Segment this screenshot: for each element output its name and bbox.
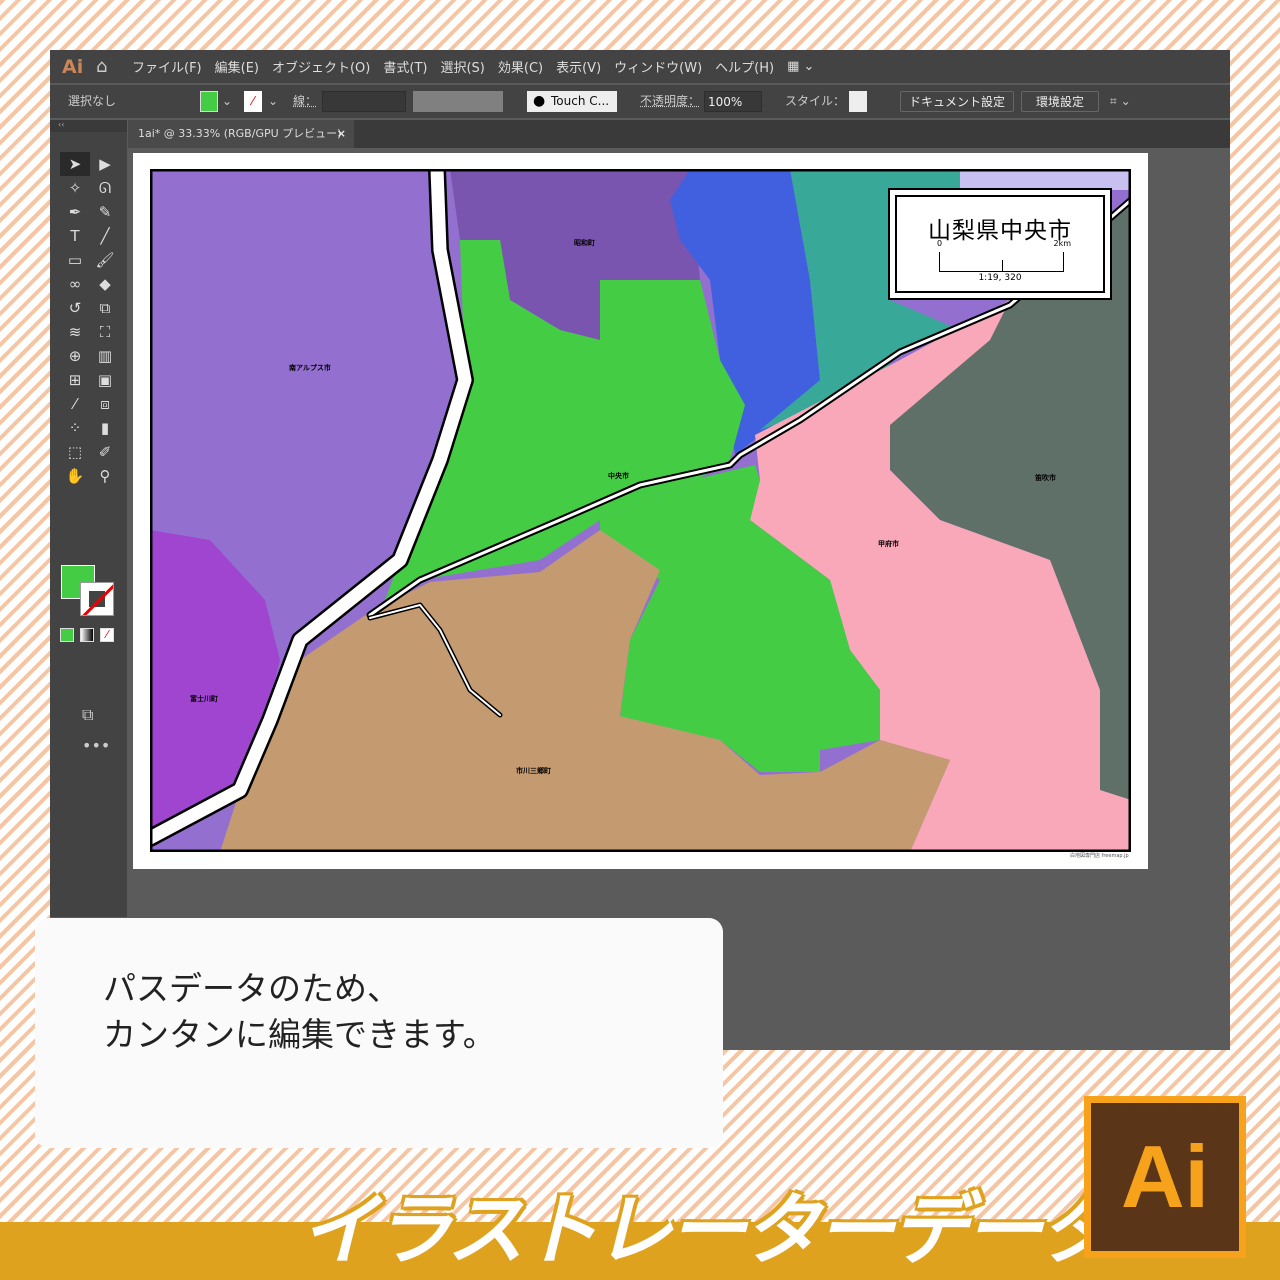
menu-window[interactable]: ウィンドウ(W) [614,57,702,76]
scale-end: 2km [1053,239,1071,248]
chevron-down-icon[interactable]: ⌄ [222,91,232,112]
chevron-down-icon[interactable]: ⌄ [268,91,278,112]
screen-mode-icon[interactable]: ⧉ [82,705,93,725]
selection-status: 選択なし [68,94,117,108]
opacity-input[interactable]: 100% [704,91,762,112]
pen-tool-icon[interactable]: ✒ [60,200,90,224]
stroke-weight-input[interactable] [322,91,406,112]
document-tab[interactable]: 1ai* @ 33.33% (RGB/GPU プレビュー) × [128,120,354,148]
symbol-sprayer-icon[interactable]: ⁘ [60,416,90,440]
menu-bar: Ai ⌂ ファイル(F) 編集(E) オブジェクト(O) 書式(T) 選択(S)… [50,50,1230,83]
blend-tool-icon[interactable]: ⧈ [90,392,120,416]
shape-builder-icon[interactable]: ⊕ [60,344,90,368]
document-tab-title: 1ai* @ 33.33% (RGB/GPU プレビュー) [138,127,342,140]
region-lavender [960,169,1131,190]
note-line-2: カンタンに編集できます。 [103,1015,496,1054]
stroke-color-box[interactable] [80,582,114,616]
label-fujikawa: 富士川町 [190,695,218,703]
gradient-button[interactable] [80,628,94,642]
curvature-tool-icon[interactable]: ✎ [90,200,120,224]
scale-bar: 0 2km [937,239,1071,272]
control-bar: 選択なし ⌄ ⁄ ⌄ 線： Touch C... ● 不透明度： 100% スタ… [50,85,1230,118]
warp-tool-icon[interactable]: ≋ [60,320,90,344]
hand-tool-icon[interactable]: ✋ [60,464,90,488]
note-line-1: パスデータのため、 [103,969,400,1008]
label-kofu: 甲府市 [878,540,899,548]
scale-start: 0 [937,239,943,248]
label-chuo: 中央市 [608,472,629,480]
home-icon[interactable]: ⌂ [96,56,132,77]
gradient-tool-icon[interactable]: ▣ [90,368,120,392]
rectangle-tool-icon[interactable]: ▭ [60,248,90,272]
close-icon[interactable]: × [337,120,346,148]
label-showa: 昭和町 [574,239,595,247]
style-swatch[interactable] [849,91,867,112]
menu-edit[interactable]: 編集(E) [215,57,259,76]
free-transform-icon[interactable]: ⛶ [90,320,120,344]
note-card: パスデータのため、 カンタンに編集できます。 [35,918,723,1148]
menu-select[interactable]: 選択(S) [440,57,484,76]
toolbar: ‹‹ ➤ ▶ ✧ ᘏ ✒ ✎ T ╱ ▭ 🖌 ∞ ◆ ↺ ⧉ ≋ ⛶ ⊕ ▥ ⊞ ▣ ⁄ ⧈ ⁘ ▮ ⬚… [50,120,127,917]
type-tool-icon[interactable]: T [60,224,90,248]
menu-object[interactable]: オブジェクト(O) [272,57,370,76]
direct-selection-tool-icon[interactable]: ▶ [90,152,120,176]
preferences-button[interactable]: 環境設定 [1021,91,1099,112]
line-tool-icon[interactable]: ╱ [90,224,120,248]
collapse-icon[interactable]: ‹‹ [50,120,127,132]
slice-tool-icon[interactable]: ✐ [90,440,120,464]
eyedropper-icon[interactable]: ⁄ [60,392,90,416]
menu-type[interactable]: 書式(T) [383,57,427,76]
document-tab-bar: 1ai* @ 33.33% (RGB/GPU プレビュー) × [128,120,1230,148]
paintbrush-icon[interactable]: 🖌 [90,248,120,272]
map-title: 山梨県中央市 [928,218,1072,244]
shaper-tool-icon[interactable]: ∞ [60,272,90,296]
label-ichikawamisato: 市川三郷町 [516,767,551,775]
menu-file[interactable]: ファイル(F) [132,57,202,76]
map-title-box: 山梨県中央市 0 2km 1:19, 320 [888,188,1112,300]
menu-effect[interactable]: 効果(C) [498,57,543,76]
lasso-icon[interactable]: ᘏ [90,176,120,200]
fill-swatch[interactable] [200,91,218,112]
perspective-grid-icon[interactable]: ▥ [90,344,120,368]
workspace-switcher-icon[interactable]: ▦ ⌄ [787,59,814,74]
variable-width-profile[interactable] [413,91,503,112]
menu-help[interactable]: ヘルプ(H) [715,57,774,76]
document-settings-button[interactable]: ドキュメント設定 [900,91,1015,112]
brush-label: Touch C... [551,94,610,108]
style-label: スタイル： [785,94,846,108]
brush-dot-icon: ● [533,93,546,109]
illustrator-logo-text: Ai [1091,1103,1239,1251]
rotate-tool-icon[interactable]: ↺ [60,296,90,320]
opacity-label[interactable]: 不透明度： [640,91,700,112]
more-tools-icon[interactable]: ••• [82,736,110,755]
color-button[interactable] [60,628,74,642]
menu-view[interactable]: 表示(V) [556,57,601,76]
label-fuefuki: 笛吹市 [1035,474,1056,482]
magic-wand-icon[interactable]: ✧ [60,176,90,200]
artboard-tool-icon[interactable]: ⬚ [60,440,90,464]
scale-ratio: 1:19, 320 [978,273,1022,283]
zoom-tool-icon[interactable]: ⚲ [90,464,120,488]
label-minami-alps: 南アルプス市 [289,364,331,372]
selection-tool-icon[interactable]: ➤ [60,152,90,176]
eraser-icon[interactable]: ◆ [90,272,120,296]
stroke-none-swatch[interactable]: ⁄ [244,91,262,112]
scale-tool-icon[interactable]: ⧉ [90,296,120,320]
graph-tool-icon[interactable]: ▮ [90,416,120,440]
none-button[interactable]: ⁄ [100,628,114,642]
ai-app-logo: Ai [62,55,84,78]
mesh-tool-icon[interactable]: ⊞ [60,368,90,392]
stroke-label[interactable]: 線： [293,91,317,112]
map-credit: 白地図専門店 freemap.jp [1070,853,1129,859]
color-mode-buttons: ⁄ [60,628,114,642]
transform-icon[interactable]: ⌗ ⌄ [1110,91,1131,112]
banner-title: イラストレーターデータ [300,1186,1116,1276]
illustrator-logo: Ai [1084,1096,1246,1258]
